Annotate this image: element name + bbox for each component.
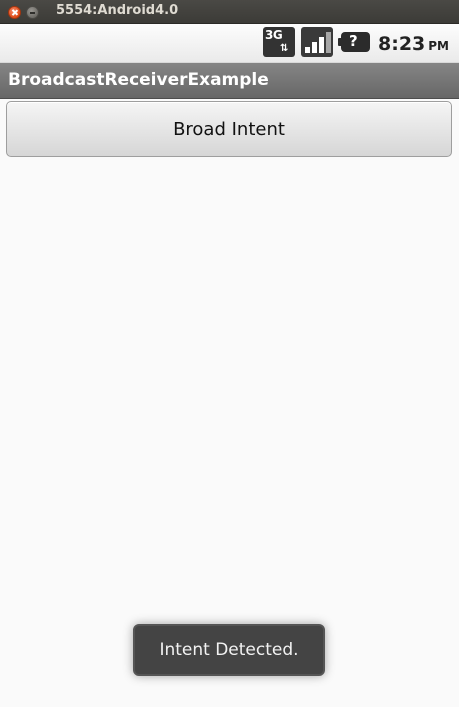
status-clock: 8:23 PM	[378, 33, 449, 55]
data-arrows-icon: ⇅	[280, 43, 289, 54]
signal-strength-icon	[301, 27, 333, 57]
android-status-bar: 3G ⇅ ? 8:23 PM	[0, 24, 459, 63]
window-minimize-button[interactable]	[26, 6, 39, 19]
battery-unknown-icon: ?	[338, 32, 370, 52]
network-3g-icon: 3G ⇅	[263, 27, 295, 57]
emulator-window-titlebar: 5554:Android4.0	[0, 0, 459, 24]
network-label: 3G	[265, 28, 283, 42]
window-close-button[interactable]	[8, 6, 21, 19]
app-title: BroadcastReceiverExample	[8, 70, 269, 90]
toast-message: Intent Detected.	[133, 624, 325, 676]
window-title: 5554:Android4.0	[56, 3, 179, 18]
broad-intent-button[interactable]: Broad Intent	[6, 101, 452, 157]
clock-time: 8:23	[378, 33, 426, 55]
clock-ampm: PM	[428, 39, 450, 53]
app-title-bar: BroadcastReceiverExample	[0, 63, 459, 99]
